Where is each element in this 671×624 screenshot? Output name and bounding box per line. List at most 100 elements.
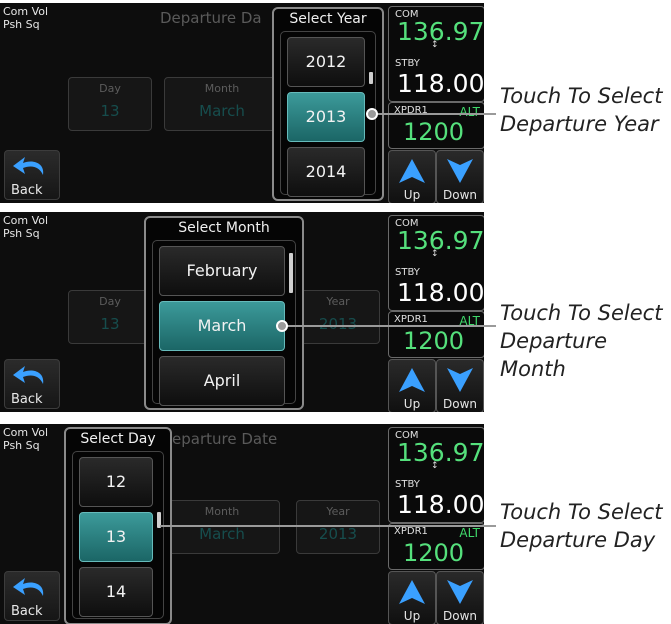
month-field[interactable]: Month March bbox=[164, 77, 280, 131]
year-label: Year bbox=[326, 295, 350, 308]
right-radio-panel: COM 136.97 ↕ STBY 118.00 XPDR1 ALT 1200 … bbox=[388, 424, 484, 624]
xpdr-label: XPDR1 bbox=[394, 314, 428, 325]
month-value: March bbox=[199, 102, 245, 120]
com-frequency-box[interactable]: COM 136.97 ↕ STBY 118.00 bbox=[388, 427, 484, 523]
select-day-popup: Select Day 12 13 14 bbox=[64, 427, 172, 624]
year-field[interactable]: Year 2013 bbox=[296, 500, 380, 554]
down-arrow-icon bbox=[447, 368, 473, 392]
down-label: Down bbox=[442, 188, 477, 202]
stby-label: STBY bbox=[395, 58, 420, 69]
com-frequency: 136.97 bbox=[397, 438, 484, 467]
month-option-march[interactable]: March bbox=[159, 301, 285, 351]
squawk-code: 1200 bbox=[403, 539, 465, 567]
callout-dot-year bbox=[366, 108, 378, 120]
transponder-box[interactable]: XPDR1 ALT 1200 bbox=[388, 523, 484, 570]
month-option-april[interactable]: April bbox=[159, 356, 285, 406]
month-label: Month bbox=[204, 505, 240, 518]
com-frequency-box[interactable]: COM 136.97 ↕ STBY 118.00 bbox=[388, 215, 484, 311]
back-label: Back bbox=[11, 392, 43, 407]
month-list: February March April bbox=[152, 240, 296, 406]
down-arrow-icon bbox=[447, 159, 473, 183]
year-option-2014[interactable]: 2014 bbox=[287, 147, 365, 197]
screen-select-month: Com Vol Psh Sq Day 13 Year 2013 Back Sel… bbox=[0, 212, 484, 412]
swap-arrows-icon[interactable]: ↕ bbox=[431, 249, 439, 259]
callout-line2: Departure Year bbox=[500, 112, 659, 136]
callout-dot-month bbox=[276, 320, 288, 332]
transponder-box[interactable]: XPDR1 ALT 1200 bbox=[388, 311, 484, 358]
back-arrow-icon bbox=[13, 366, 44, 384]
day-option-14[interactable]: 14 bbox=[79, 567, 153, 617]
squawk-code: 1200 bbox=[403, 118, 465, 146]
up-button[interactable]: Up bbox=[388, 571, 436, 624]
day-option-12[interactable]: 12 bbox=[79, 457, 153, 507]
scrollbar[interactable] bbox=[289, 253, 293, 293]
com-vol-text: Com Vol bbox=[3, 426, 49, 439]
xpdr-mode: ALT bbox=[459, 105, 480, 119]
com-vol-text: Com Vol bbox=[3, 5, 49, 18]
back-label: Back bbox=[11, 183, 43, 198]
up-arrow-icon bbox=[399, 159, 425, 183]
page-title: eparture Date bbox=[172, 430, 278, 448]
swap-arrows-icon[interactable]: ↕ bbox=[431, 40, 439, 50]
day-label: Day bbox=[99, 82, 121, 95]
back-button[interactable]: Back bbox=[4, 571, 60, 621]
year-option-2013[interactable]: 2013 bbox=[287, 92, 365, 142]
day-list: 12 13 14 bbox=[72, 451, 164, 619]
back-label: Back bbox=[11, 604, 43, 619]
month-option-february[interactable]: February bbox=[159, 246, 285, 296]
up-label: Up bbox=[403, 188, 421, 202]
stby-label: STBY bbox=[395, 267, 420, 278]
com-volume-knob-label[interactable]: Com Vol Psh Sq bbox=[3, 214, 48, 240]
year-label: Year bbox=[326, 505, 350, 518]
squawk-code: 1200 bbox=[403, 327, 465, 355]
com-frequency-box[interactable]: COM 136.97 ↕ STBY 118.00 bbox=[388, 6, 484, 102]
psh-sq-text: Psh Sq bbox=[3, 227, 40, 240]
callout-leader-month bbox=[282, 325, 496, 327]
callout-leader-day bbox=[160, 525, 496, 527]
day-value: 13 bbox=[100, 315, 120, 333]
select-year-popup: Select Year 2012 2013 2014 bbox=[272, 7, 384, 201]
year-option-2012[interactable]: 2012 bbox=[287, 37, 365, 87]
callout-leader-year bbox=[372, 113, 496, 115]
screen-select-year: Com Vol Psh Sq Departure Da Day 13 Month… bbox=[0, 3, 484, 203]
up-label: Up bbox=[403, 609, 421, 623]
back-button[interactable]: Back bbox=[4, 359, 60, 409]
stby-label: STBY bbox=[395, 479, 420, 490]
com-volume-knob-label[interactable]: Com Vol Psh Sq bbox=[3, 426, 48, 452]
up-button[interactable]: Up bbox=[388, 359, 436, 412]
year-field[interactable]: Year 2013 bbox=[296, 290, 380, 344]
up-button[interactable]: Up bbox=[388, 150, 436, 203]
down-button[interactable]: Down bbox=[436, 571, 484, 624]
callout-line1: Touch To Select bbox=[500, 301, 663, 325]
down-button[interactable]: Down bbox=[436, 359, 484, 412]
xpdr-label: XPDR1 bbox=[394, 526, 428, 537]
psh-sq-text: Psh Sq bbox=[3, 18, 40, 31]
month-field[interactable]: Month March bbox=[164, 500, 280, 554]
month-value: March bbox=[199, 525, 245, 543]
year-list: 2012 2013 2014 bbox=[280, 31, 376, 197]
callout-departure-month: Touch To Select Departure Month bbox=[500, 299, 671, 383]
page-title: Departure Da bbox=[160, 9, 262, 27]
up-label: Up bbox=[403, 397, 421, 411]
com-volume-knob-label[interactable]: Com Vol Psh Sq bbox=[3, 5, 48, 31]
back-arrow-icon bbox=[13, 578, 44, 596]
day-option-13[interactable]: 13 bbox=[79, 512, 153, 562]
scrollbar[interactable] bbox=[369, 72, 373, 84]
day-label: Day bbox=[99, 295, 121, 308]
right-radio-panel: COM 136.97 ↕ STBY 118.00 XPDR1 ALT 1200 … bbox=[388, 3, 484, 203]
swap-arrows-icon[interactable]: ↕ bbox=[431, 461, 439, 471]
down-arrow-icon bbox=[447, 580, 473, 604]
psh-sq-text: Psh Sq bbox=[3, 439, 40, 452]
select-month-popup: Select Month February March April bbox=[144, 216, 304, 410]
xpdr-mode: ALT bbox=[459, 526, 480, 540]
transponder-box[interactable]: XPDR1 ALT 1200 bbox=[388, 102, 484, 149]
down-button[interactable]: Down bbox=[436, 150, 484, 203]
day-field[interactable]: Day 13 bbox=[68, 290, 152, 344]
screen-select-day: Com Vol Psh Sq eparture Date Month March… bbox=[0, 424, 484, 624]
back-button[interactable]: Back bbox=[4, 150, 60, 200]
callout-departure-year: Touch To Select Departure Year bbox=[500, 82, 662, 138]
up-arrow-icon bbox=[399, 580, 425, 604]
day-field[interactable]: Day 13 bbox=[68, 77, 152, 131]
com-frequency: 136.97 bbox=[397, 226, 484, 255]
callout-line2: Departure Day bbox=[500, 528, 656, 552]
